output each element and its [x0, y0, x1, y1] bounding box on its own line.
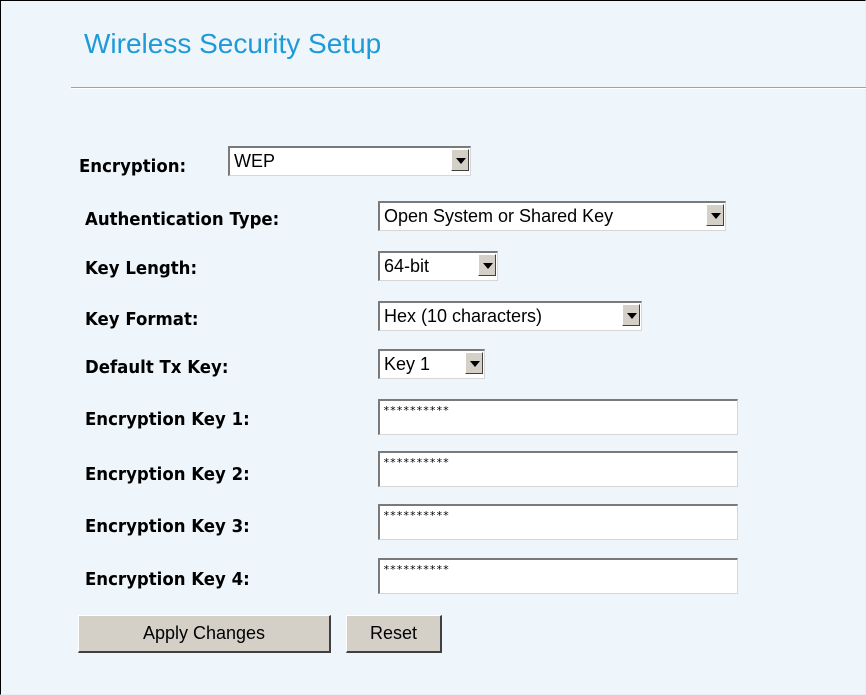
encryption-key-3-value: ********** [383, 509, 450, 522]
key-format-label: Key Format: [85, 309, 199, 330]
encryption-label: Encryption: [79, 156, 187, 177]
default-tx-key-select[interactable]: Key 1 [378, 349, 485, 379]
reset-button[interactable]: Reset [346, 615, 442, 653]
encryption-key-4-label: Encryption Key 4: [85, 569, 250, 590]
encryption-key-3-label: Encryption Key 3: [85, 516, 250, 537]
encryption-key-2-value: ********** [383, 456, 450, 469]
default-tx-key-label: Default Tx Key: [85, 357, 229, 378]
encryption-key-1-field[interactable]: ********** [378, 399, 738, 435]
encryption-key-1-value: ********** [383, 404, 450, 417]
auth-type-select-value: Open System or Shared Key [384, 206, 614, 226]
encryption-key-2-label: Encryption Key 2: [85, 464, 250, 485]
encryption-key-2-field[interactable]: ********** [378, 451, 738, 487]
title-divider [71, 87, 866, 89]
key-length-select[interactable]: 64-bit [378, 251, 498, 281]
encryption-select-value: WEP [234, 151, 276, 171]
chevron-down-icon[interactable] [478, 254, 496, 276]
encryption-key-3-field[interactable]: ********** [378, 504, 738, 540]
chevron-down-icon[interactable] [622, 304, 640, 326]
chevron-down-icon[interactable] [465, 352, 483, 374]
auth-type-label: Authentication Type: [85, 209, 280, 230]
chevron-down-icon[interactable] [706, 204, 724, 226]
encryption-key-4-field[interactable]: ********** [378, 558, 738, 594]
chevron-down-icon[interactable] [451, 149, 469, 171]
encryption-key-4-value: ********** [383, 563, 450, 576]
key-format-select[interactable]: Hex (10 characters) [378, 301, 642, 331]
auth-type-select[interactable]: Open System or Shared Key [378, 201, 726, 231]
page-title: Wireless Security Setup [84, 28, 382, 59]
encryption-key-1-label: Encryption Key 1: [85, 409, 250, 430]
apply-changes-button[interactable]: Apply Changes [78, 615, 331, 653]
default-tx-key-select-value: Key 1 [384, 354, 431, 374]
key-length-select-value: 64-bit [384, 256, 430, 276]
key-length-label: Key Length: [85, 258, 198, 279]
encryption-select[interactable]: WEP [228, 146, 471, 176]
key-format-select-value: Hex (10 characters) [384, 306, 543, 326]
page-frame: Wireless Security Setup Encryption: WEP … [0, 0, 866, 695]
